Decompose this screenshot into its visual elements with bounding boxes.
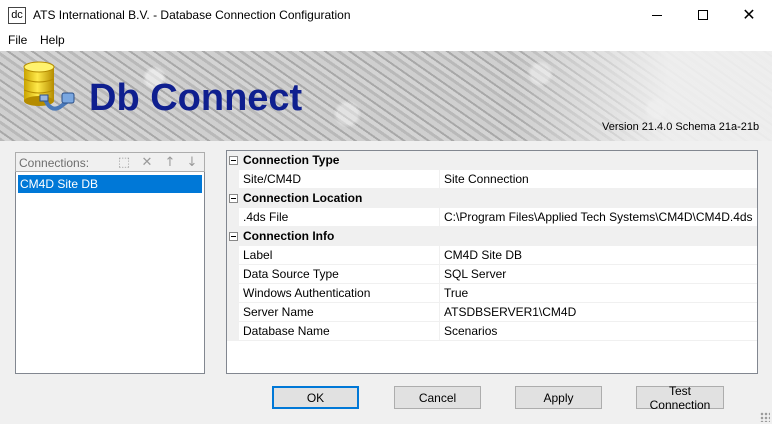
category-label: Connection Type — [243, 153, 340, 167]
property-value[interactable]: CM4D Site DB — [444, 248, 522, 262]
property-value[interactable]: Scenarios — [444, 324, 497, 338]
close-icon: ✕ — [742, 5, 756, 24]
property-name: Windows Authentication — [243, 286, 371, 300]
property-value[interactable]: True — [444, 286, 468, 300]
connections-toolbar: Connections: ⬚ ✕ ↑ ↓ — [15, 152, 205, 172]
resize-grip-icon[interactable] — [760, 412, 770, 422]
connections-panel: Connections: ⬚ ✕ ↑ ↓ CM4D Site DB — [15, 152, 205, 374]
menu-file[interactable]: File — [8, 33, 27, 47]
list-item[interactable]: CM4D Site DB — [18, 175, 202, 193]
header-banner: Db Connect Version 21.4.0 Schema 21a-21b — [0, 51, 772, 141]
property-name: Site/CM4D — [243, 172, 302, 186]
category-label: Connection Location — [243, 191, 363, 205]
menu-bar: File Help — [0, 30, 772, 51]
apply-button[interactable]: Apply — [515, 386, 602, 409]
collapse-icon[interactable] — [229, 156, 238, 165]
maximize-icon — [698, 10, 708, 20]
close-button[interactable]: ✕ — [726, 0, 772, 30]
minimize-button[interactable] — [634, 0, 680, 30]
cancel-button[interactable]: Cancel — [394, 386, 481, 409]
property-name: Server Name — [243, 305, 314, 319]
property-name: Database Name — [243, 324, 330, 338]
banner-title: Db Connect — [89, 77, 303, 119]
window-title: ATS International B.V. - Database Connec… — [33, 8, 351, 22]
title-bar: dc ATS International B.V. - Database Con… — [0, 0, 772, 30]
connections-list[interactable]: CM4D Site DB — [15, 172, 205, 374]
version-label: Version 21.4.0 Schema 21a-21b — [602, 121, 760, 133]
move-down-icon[interactable]: ↓ — [184, 155, 200, 171]
collapse-icon[interactable] — [229, 232, 238, 241]
property-row[interactable]: Data Source Type SQL Server — [227, 265, 757, 284]
category-connection-type[interactable]: Connection Type — [227, 151, 757, 170]
new-connection-icon[interactable]: ⬚ — [116, 155, 132, 171]
property-value[interactable]: ATSDBSERVER1\CM4D — [444, 305, 576, 319]
category-label: Connection Info — [243, 229, 335, 243]
delete-connection-icon[interactable]: ✕ — [139, 155, 155, 171]
property-value[interactable]: Site Connection — [444, 172, 529, 186]
test-connection-button[interactable]: Test Connection — [636, 384, 724, 412]
property-row[interactable]: Label CM4D Site DB — [227, 246, 757, 265]
collapse-icon[interactable] — [229, 194, 238, 203]
connections-label: Connections: — [19, 156, 90, 170]
property-value[interactable]: SQL Server — [444, 267, 506, 281]
database-icon — [23, 61, 75, 111]
property-row[interactable]: Server Name ATSDBSERVER1\CM4D — [227, 303, 757, 322]
category-connection-info[interactable]: Connection Info — [227, 227, 757, 246]
property-value[interactable]: C:\Program Files\Applied Tech Systems\CM… — [444, 210, 753, 224]
property-grid[interactable]: Connection Type Site/CM4D Site Connectio… — [226, 150, 758, 374]
app-icon: dc — [8, 7, 26, 24]
category-connection-location[interactable]: Connection Location — [227, 189, 757, 208]
ok-button[interactable]: OK — [272, 386, 359, 409]
minimize-icon — [652, 14, 662, 16]
property-name: .4ds File — [243, 210, 289, 224]
property-row[interactable]: Site/CM4D Site Connection — [227, 170, 757, 189]
property-name: Data Source Type — [243, 267, 339, 281]
property-row[interactable]: Database Name Scenarios — [227, 322, 757, 341]
menu-help[interactable]: Help — [40, 33, 65, 47]
property-row[interactable]: .4ds File C:\Program Files\Applied Tech … — [227, 208, 757, 227]
move-up-icon[interactable]: ↑ — [162, 155, 178, 171]
maximize-button[interactable] — [680, 0, 726, 30]
property-row[interactable]: Windows Authentication True — [227, 284, 757, 303]
property-name: Label — [243, 248, 273, 262]
